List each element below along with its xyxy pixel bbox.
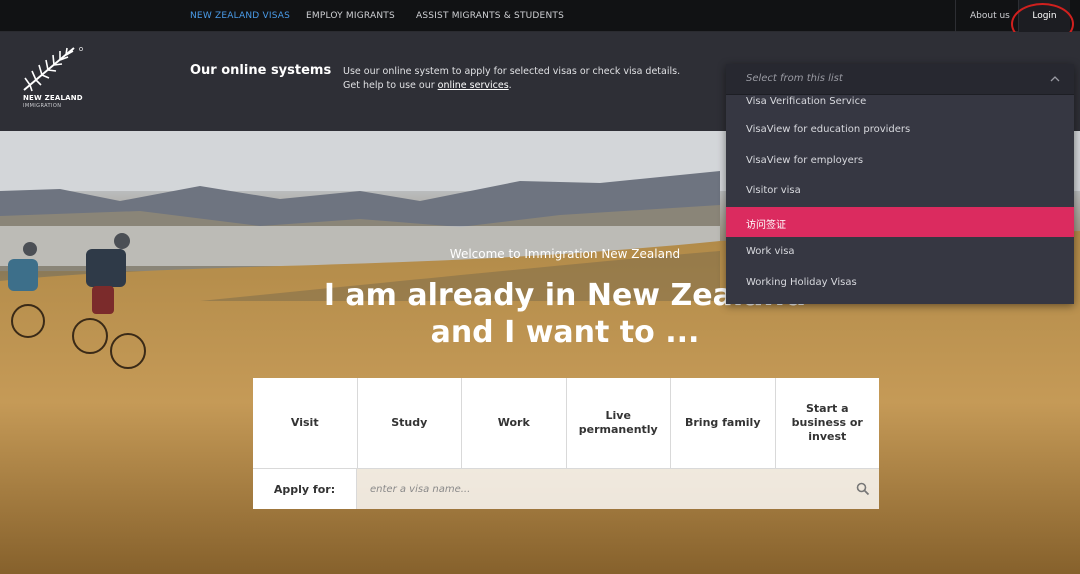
login-button[interactable]: Login [1018, 0, 1070, 32]
online-systems-text-end: . [508, 80, 512, 91]
dropdown-select[interactable]: Select from this list [726, 64, 1074, 95]
nav-link-nz-visas[interactable]: NEW ZEALAND VISAS [190, 11, 290, 21]
logo-subtitle: IMMIGRATION [23, 103, 62, 109]
dropdown-item[interactable]: Work visa [726, 237, 1074, 268]
visa-name-search-input[interactable] [357, 469, 879, 509]
apply-for-bar: Apply for: [253, 468, 879, 509]
chevron-up-icon[interactable] [1050, 75, 1060, 83]
card-start-business[interactable]: Start a business or invest [775, 378, 879, 468]
dropdown-placeholder: Select from this list [746, 73, 843, 84]
dropdown-item[interactable]: Working Holiday Visas [726, 268, 1074, 299]
logo-wordmark: NEW ZEALAND [23, 94, 83, 102]
dropdown-item[interactable]: Visitor visa [726, 176, 1074, 207]
card-study[interactable]: Study [357, 378, 462, 468]
card-visit[interactable]: Visit [253, 378, 358, 468]
online-services-link[interactable]: online services [438, 80, 509, 91]
card-live-permanently[interactable]: Live permanently [566, 378, 671, 468]
dropdown-list: Visa Verification Service VisaView for e… [726, 95, 1074, 298]
dropdown-item[interactable]: VisaView for education providers [726, 115, 1074, 146]
top-nav: NEW ZEALAND VISAS EMPLOY MIGRANTS ASSIST… [0, 0, 1080, 32]
dropdown-item[interactable]: Visa Verification Service [726, 95, 1074, 115]
card-bring-family[interactable]: Bring family [671, 378, 776, 468]
card-work[interactable]: Work [462, 378, 567, 468]
about-us-link[interactable]: About us [955, 0, 1024, 32]
intent-cards: Visit Study Work Live permanently Bring … [253, 378, 879, 468]
online-systems-description: Use our online system to apply for selec… [343, 65, 693, 93]
nav-link-employ-migrants[interactable]: EMPLOY MIGRANTS [306, 11, 395, 21]
nav-link-assist-migrants[interactable]: ASSIST MIGRANTS & STUDENTS [416, 11, 564, 21]
fern-icon [23, 47, 83, 92]
dropdown-item-highlighted[interactable]: 访问签证 [726, 206, 1074, 237]
nz-immigration-logo[interactable]: NEW ZEALAND IMMIGRATION [22, 46, 92, 116]
hero-headline-line-2: and I want to ... [430, 315, 700, 350]
search-icon[interactable] [856, 482, 870, 496]
online-systems-dropdown: Select from this list Visa Verification … [726, 64, 1074, 304]
apply-for-label: Apply for: [253, 469, 357, 509]
online-systems-title: Our online systems [190, 63, 332, 78]
dropdown-item[interactable]: VisaView for employers [726, 146, 1074, 177]
